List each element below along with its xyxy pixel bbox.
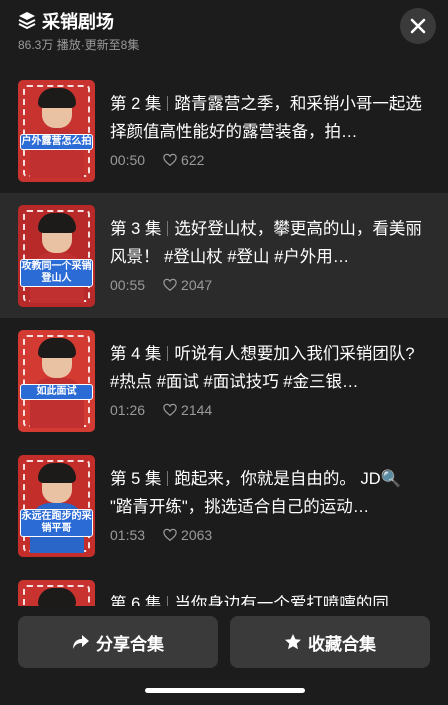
close-icon [410,18,426,34]
episode-number: 第 3 集 [110,220,162,238]
bottom-action-bar: 分享合集 收藏合集 [0,606,448,705]
star-icon [285,634,301,650]
thumbnail-caption: 户外露营怎么拍 [20,134,93,150]
episode-like-count: 622 [181,152,205,168]
episode-duration: 00:55 [110,277,146,293]
thumbnail-caption: 永远在跑步的采销平哥 [20,509,93,537]
share-arrow-icon [73,635,89,649]
episode-item[interactable]: 永远在跑步的采销平哥 第 5 集跑起来，你就是自由的。 JD🔍 "踏青开练"，挑… [0,443,448,568]
episode-like-count: 2047 [181,277,213,293]
collection-stats: 86.3万 播放·更新至8集 [18,38,140,52]
episode-meta: 01:26 2144 [110,402,212,418]
episode-title: 第 5 集跑起来，你就是自由的。 JD🔍 "踏青开练"，挑选适合自己的运动… [110,465,426,521]
episode-meta: 00:55 2047 [110,277,212,293]
heart-icon [163,528,177,542]
episode-thumbnail: 如此面试 [18,330,95,432]
thumbnail-caption: 攻教同一个采销登山人 [20,259,93,287]
episode-likes: 2144 [163,402,212,418]
episode-likes: 622 [163,152,204,168]
share-collection-button[interactable]: 分享合集 [18,616,218,668]
episode-item[interactable]: 攻教同一个采销登山人 第 3 集选好登山杖，攀更高的山，看美丽风景！ #登山杖 … [0,193,448,318]
episode-duration: 01:53 [110,527,146,543]
episode-like-count: 2063 [181,527,213,543]
episode-likes: 2047 [163,277,212,293]
collect-collection-button[interactable]: 收藏合集 [230,616,430,668]
episode-number: 第 5 集 [110,470,162,488]
share-collection-label: 分享合集 [96,634,164,654]
episode-meta: 00:50 622 [110,152,204,168]
layers-icon [18,12,36,29]
episode-thumbnail: 永远在跑步的采销平哥 [18,455,95,557]
episode-number: 第 4 集 [110,345,162,363]
header: 采销剧场 86.3万 播放·更新至8集 [0,0,448,62]
home-indicator[interactable] [145,688,305,693]
episode-title: 第 4 集听说有人想要加入我们采销团队? #热点 #面试 #面试技巧 #金三银… [110,340,426,396]
heart-icon [163,403,177,417]
episode-likes: 2063 [163,527,212,543]
episode-title: 第 3 集选好登山杖，攀更高的山，看美丽风景！ #登山杖 #登山 #户外用… [110,215,426,271]
episode-thumbnail: 户外露营怎么拍 [18,80,95,182]
episode-title: 第 2 集踏青露营之季，和采销小哥一起选择颜值高性能好的露营装备，拍… [110,90,426,146]
episode-meta: 01:53 2063 [110,527,212,543]
heart-icon [163,278,177,292]
episode-item[interactable]: 如此面试 第 4 集听说有人想要加入我们采销团队? #热点 #面试 #面试技巧 … [0,318,448,443]
close-button[interactable] [400,8,436,44]
episode-number: 第 2 集 [110,95,162,113]
episode-item[interactable]: 第 6 集当你身边有一个爱打喷嚏的同 [0,568,448,610]
collect-collection-label: 收藏合集 [308,634,376,654]
episode-list[interactable]: 户外露营怎么拍 第 2 集踏青露营之季，和采销小哥一起选择颜值高性能好的露营装备… [0,68,448,610]
episode-thumbnail: 攻教同一个采销登山人 [18,205,95,307]
thumbnail-caption: 如此面试 [20,384,93,400]
episode-duration: 00:50 [110,152,146,168]
episode-duration: 01:26 [110,402,146,418]
collection-title: 采销剧场 [42,12,114,32]
episode-item[interactable]: 户外露营怎么拍 第 2 集踏青露营之季，和采销小哥一起选择颜值高性能好的露营装备… [0,68,448,193]
heart-icon [163,153,177,167]
episode-like-count: 2144 [181,402,213,418]
